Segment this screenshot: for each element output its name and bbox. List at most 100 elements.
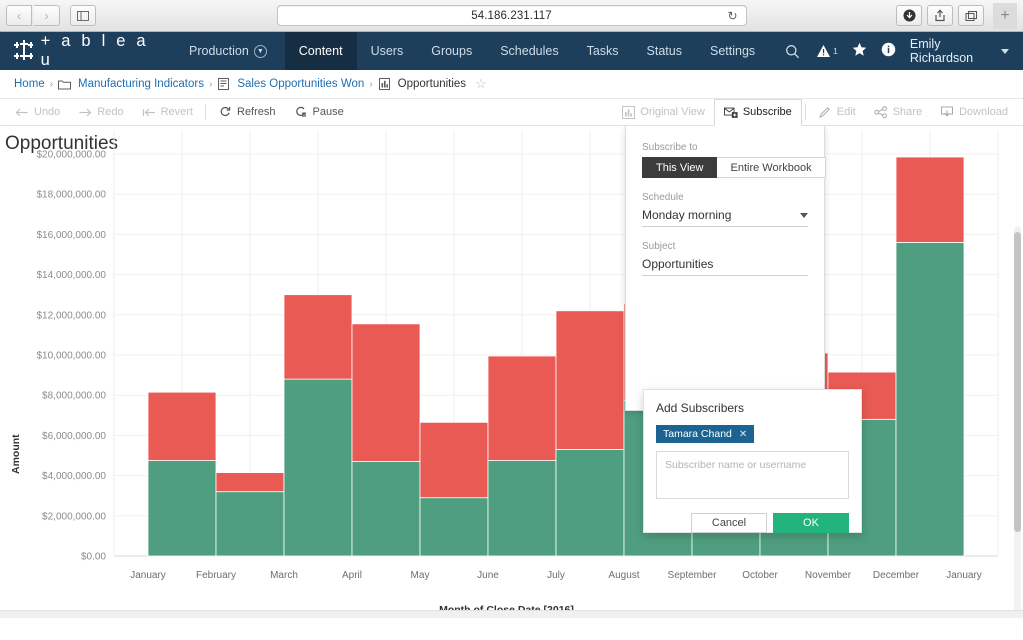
- nav-item-users[interactable]: Users: [357, 32, 418, 70]
- breadcrumb-workbook[interactable]: Sales Opportunities Won: [237, 78, 364, 90]
- address-bar[interactable]: 54.186.231.117 ↻: [276, 5, 747, 26]
- forward-button[interactable]: ›: [34, 5, 60, 26]
- nav-item-tasks[interactable]: Tasks: [573, 32, 633, 70]
- revert-button[interactable]: Revert: [133, 99, 202, 125]
- download-icon: [903, 9, 915, 22]
- user-menu[interactable]: Emily Richardson: [910, 37, 1009, 65]
- download-tray-icon: [940, 105, 954, 119]
- bar-segment-lost[interactable]: [351, 323, 421, 462]
- x-tick-label: January: [946, 570, 982, 581]
- cancel-button[interactable]: Cancel: [691, 513, 767, 533]
- pencil-icon: [818, 105, 832, 119]
- breadcrumb-home[interactable]: Home: [14, 78, 45, 90]
- nav-label-content: Content: [298, 44, 343, 58]
- star-icon: [852, 42, 867, 56]
- subscribe-label: Subscribe: [742, 106, 792, 118]
- bar-segment-won[interactable]: [487, 460, 557, 557]
- nav-item-schedules[interactable]: Schedules: [486, 32, 572, 70]
- sidebar-toggle-button[interactable]: [70, 5, 96, 26]
- close-icon[interactable]: ✕: [739, 429, 747, 440]
- chevron-down-icon: [800, 212, 808, 218]
- bar-segment-won[interactable]: [215, 491, 285, 557]
- x-tick-label: June: [477, 570, 499, 581]
- new-tab-button[interactable]: +: [993, 2, 1017, 29]
- back-button[interactable]: ‹: [6, 5, 32, 26]
- schedule-dropdown[interactable]: Monday morning: [642, 207, 808, 227]
- subscribe-button[interactable]: Subscribe: [713, 98, 802, 126]
- bar-segment-won[interactable]: [351, 461, 421, 557]
- x-tick-label: March: [270, 570, 298, 581]
- x-axis-title: Month of Close Date [2016]: [0, 604, 1023, 610]
- bar-segment-won[interactable]: [895, 242, 965, 557]
- download-label: Download: [959, 106, 1008, 118]
- undo-button[interactable]: Undo: [6, 99, 69, 125]
- breadcrumb-current-view: Opportunities: [397, 78, 467, 90]
- bar-segment-lost[interactable]: [895, 156, 965, 243]
- subscriber-chip[interactable]: Tamara Chand ✕: [656, 425, 755, 443]
- subscribe-to-segmented-control: This View Entire Workbook: [642, 157, 826, 178]
- bar-segment-lost[interactable]: [419, 421, 489, 499]
- bar-segment-lost[interactable]: [487, 355, 557, 461]
- bar-segment-won[interactable]: [147, 460, 217, 557]
- nav-label-schedules: Schedules: [500, 44, 559, 58]
- redo-button[interactable]: Redo: [69, 99, 132, 125]
- bar-segment-lost[interactable]: [555, 310, 625, 450]
- url-text: 54.186.231.117: [471, 9, 552, 22]
- reload-icon[interactable]: ↻: [727, 9, 737, 23]
- subject-input[interactable]: Opportunities: [642, 256, 808, 276]
- download-button[interactable]: [896, 5, 922, 26]
- x-tick-label: May: [411, 570, 430, 581]
- x-tick-label: January: [130, 570, 166, 581]
- tableau-logo[interactable]: + a b l e a u: [0, 32, 175, 70]
- vertical-scrollbar[interactable]: [1014, 226, 1021, 610]
- warning-triangle-icon: [817, 45, 831, 57]
- nav-item-content[interactable]: Content: [284, 32, 357, 70]
- y-tick-label: $20,000,000.00: [36, 150, 106, 161]
- help-button[interactable]: [881, 42, 896, 60]
- favorites-button[interactable]: [852, 42, 867, 60]
- bar-segment-won[interactable]: [555, 449, 625, 557]
- subject-label: Subject: [642, 241, 676, 252]
- nav-item-settings[interactable]: Settings: [696, 32, 769, 70]
- nav-item-status[interactable]: Status: [633, 32, 696, 70]
- segment-entire-workbook[interactable]: Entire Workbook: [717, 157, 826, 178]
- original-view-label: Original View: [640, 106, 705, 118]
- y-tick-label: $12,000,000.00: [36, 310, 106, 321]
- envelope-plus-icon: [723, 105, 738, 119]
- subscriber-chip-name: Tamara Chand: [663, 428, 732, 440]
- edit-button[interactable]: Edit: [809, 99, 865, 125]
- alerts-button[interactable]: 1: [816, 44, 838, 58]
- y-axis-title: Amount: [10, 434, 22, 474]
- download-button[interactable]: Download: [931, 99, 1017, 125]
- share-nodes-icon: [873, 105, 888, 119]
- bar-segment-won[interactable]: [283, 378, 353, 557]
- segment-this-view[interactable]: This View: [642, 157, 718, 178]
- favorite-star-icon[interactable]: ☆: [475, 76, 487, 92]
- bar-segment-lost[interactable]: [147, 391, 217, 461]
- bar-chart-icon: [621, 105, 635, 119]
- nav-item-groups[interactable]: Groups: [417, 32, 486, 70]
- original-view-button[interactable]: Original View: [612, 99, 714, 125]
- scrollbar-thumb[interactable]: [1014, 232, 1021, 532]
- share-button[interactable]: Share: [865, 99, 931, 125]
- tabs-overview-button[interactable]: [958, 5, 984, 26]
- refresh-button[interactable]: Refresh: [209, 99, 285, 125]
- subscribe-popover: Subscribe to This View Entire Workbook S…: [625, 126, 826, 411]
- subscriber-search-input[interactable]: [656, 451, 849, 499]
- site-selector[interactable]: Production ▼: [175, 32, 285, 70]
- ok-button[interactable]: OK: [773, 513, 849, 533]
- breadcrumb-project[interactable]: Manufacturing Indicators: [78, 78, 204, 90]
- bar-segment-lost[interactable]: [283, 294, 353, 380]
- share-button[interactable]: [927, 5, 953, 26]
- x-tick-label: February: [196, 570, 236, 581]
- pause-button[interactable]: Pause: [285, 99, 353, 125]
- y-tick-label: $4,000,000.00: [42, 471, 106, 482]
- bar-segment-won[interactable]: [419, 497, 489, 557]
- y-tick-label: $14,000,000.00: [36, 270, 106, 281]
- bar-segment-lost[interactable]: [215, 472, 285, 493]
- nav-search-button[interactable]: [769, 32, 816, 70]
- bar-chart[interactable]: $20,000,000.00 $18,000,000.00 $16,000,000.…: [0, 126, 1010, 610]
- y-tick-label: $2,000,000.00: [42, 511, 106, 522]
- x-axis-title-text: Month of Close Date [2016]: [439, 604, 574, 610]
- y-tick-label: $18,000,000.00: [36, 190, 106, 201]
